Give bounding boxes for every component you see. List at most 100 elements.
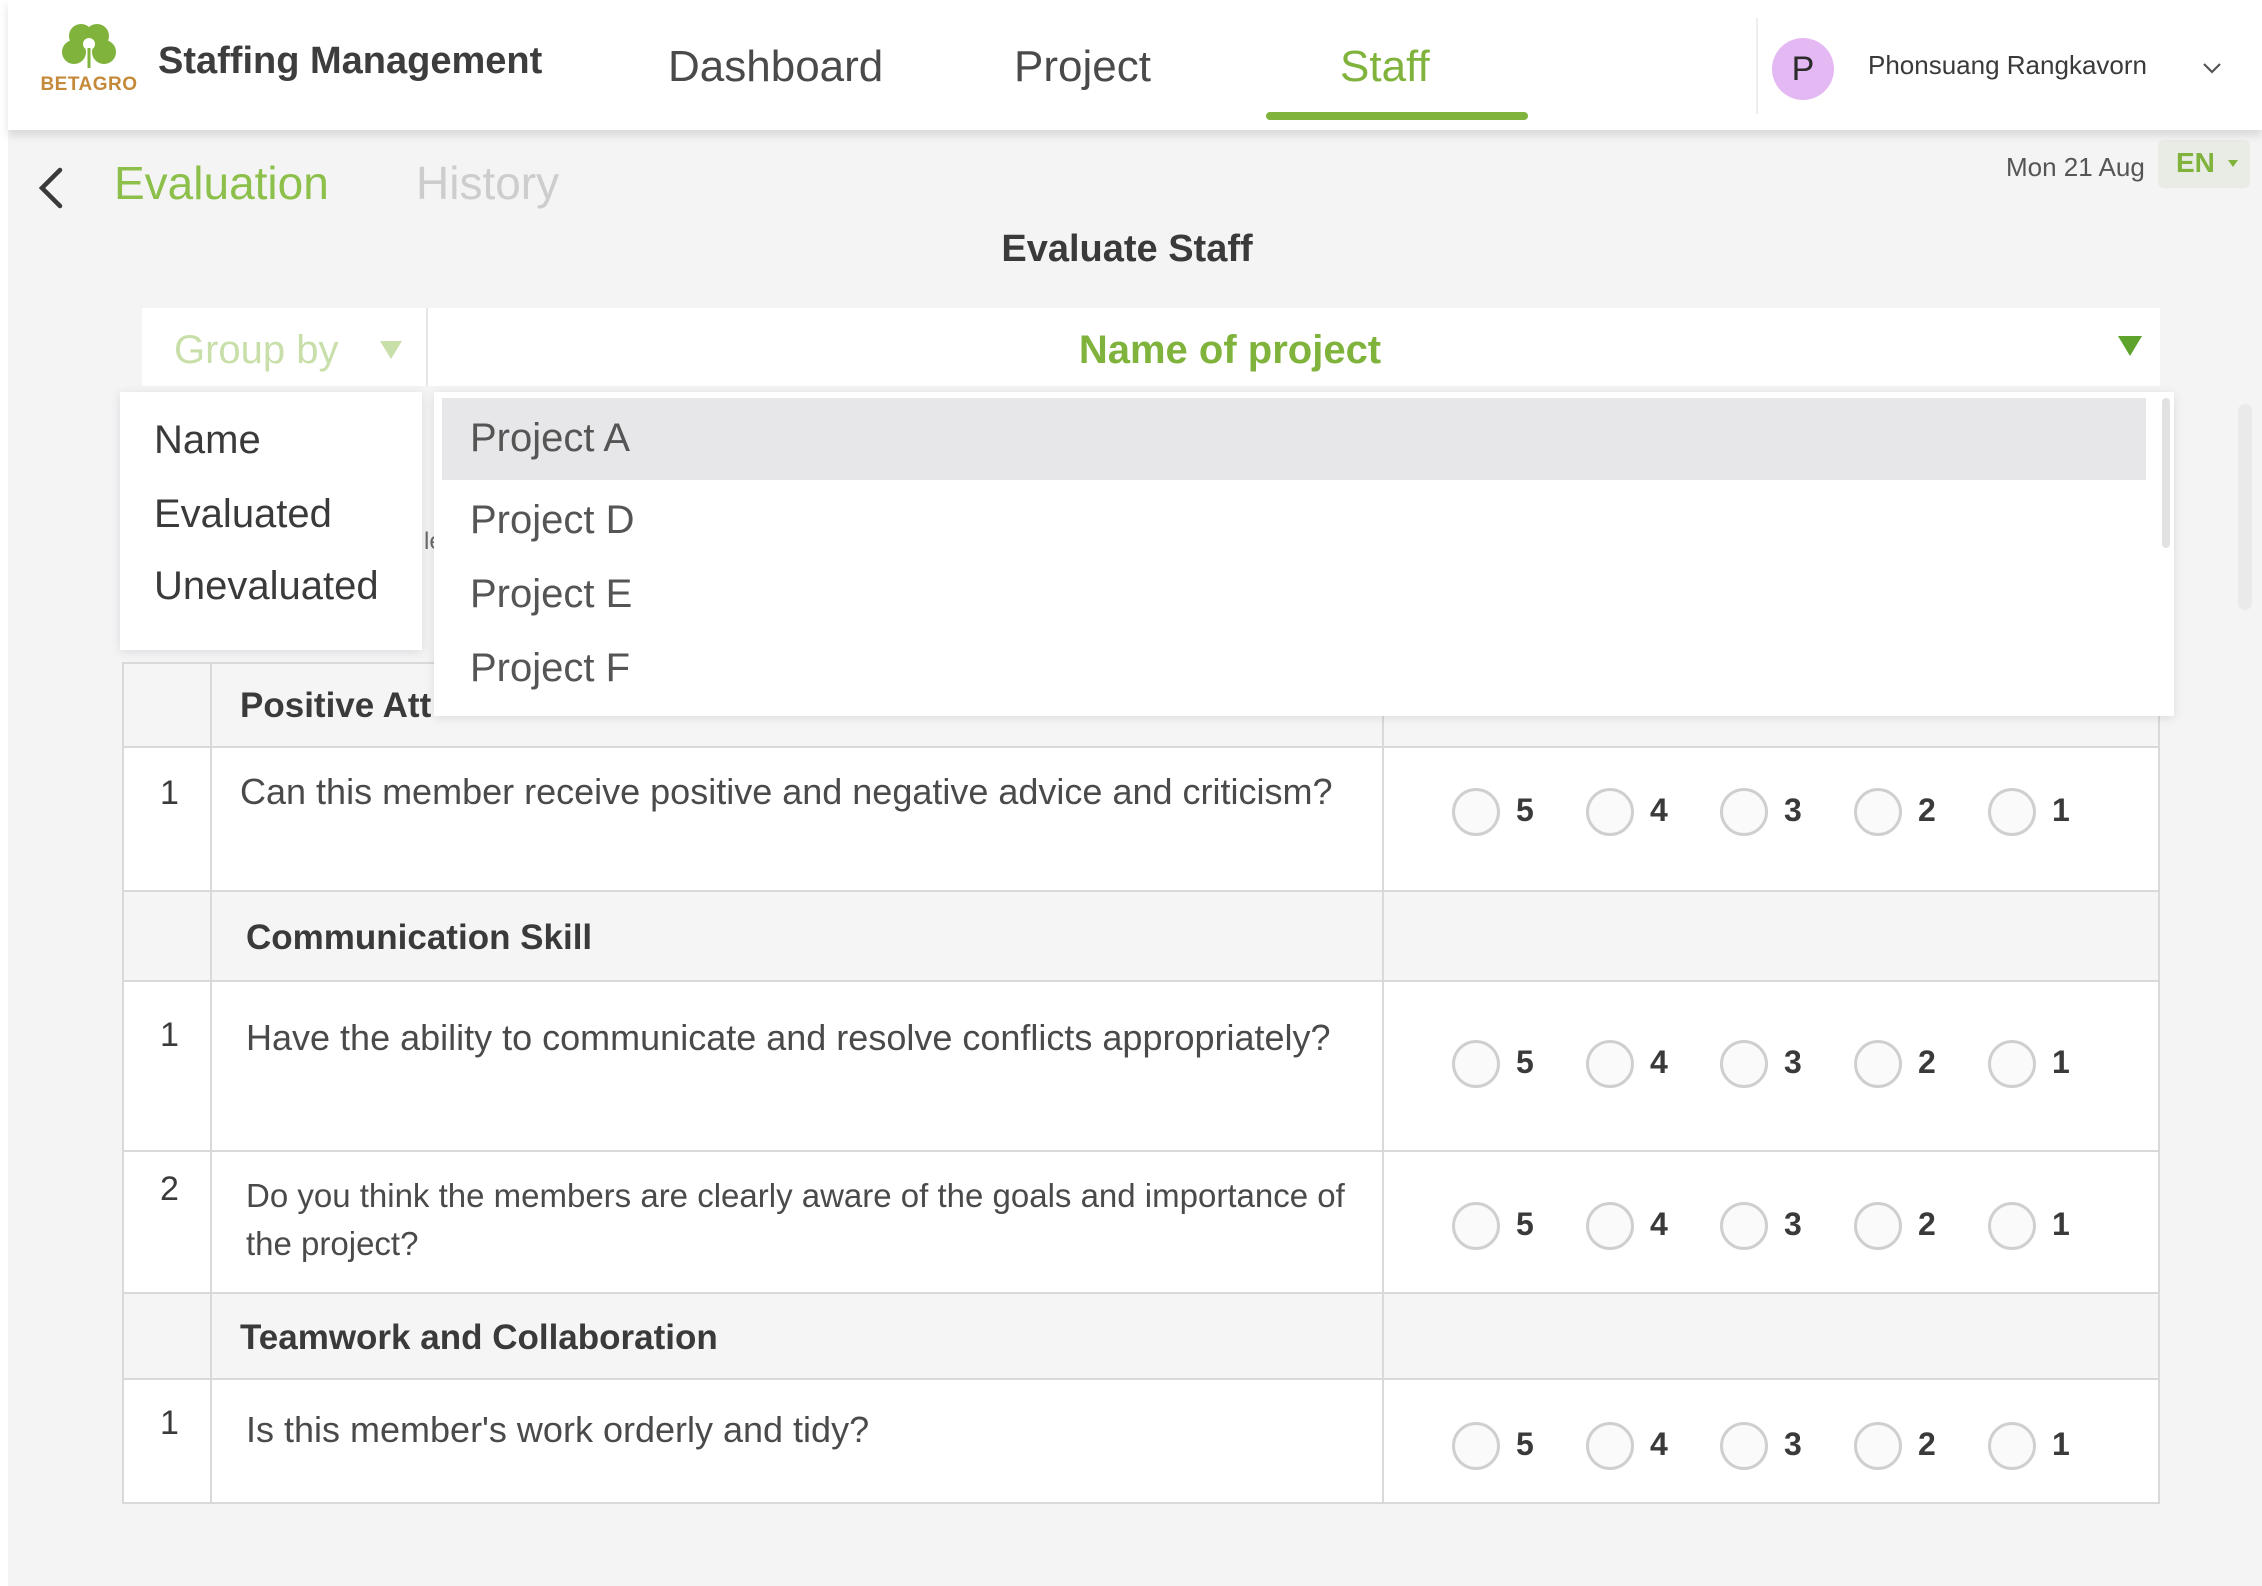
score-radio-5[interactable] — [1452, 1040, 1500, 1088]
project-option-d[interactable]: Project D — [442, 480, 2146, 562]
active-nav-indicator — [1266, 112, 1528, 120]
score-radio-4[interactable] — [1586, 1202, 1634, 1250]
project-option-a[interactable]: Project A — [442, 398, 2146, 480]
score-label: 1 — [2052, 1044, 2070, 1080]
group-by-select[interactable]: Group by — [142, 308, 428, 386]
score-radio-group: 5 4 3 2 1 — [1384, 1380, 2158, 1502]
caret-down-icon — [2228, 160, 2238, 167]
score-radio-3[interactable] — [1720, 788, 1768, 836]
score-radio-5[interactable] — [1452, 788, 1500, 836]
app-title: Staffing Management — [158, 40, 543, 82]
score-radio-5[interactable] — [1452, 1422, 1500, 1470]
question-number: 1 — [124, 748, 212, 890]
score-label: 5 — [1516, 1206, 1534, 1242]
language-label: EN — [2176, 147, 2215, 178]
score-cell: 5 4 3 2 1 — [1384, 748, 2158, 890]
score-radio-1[interactable] — [1988, 1422, 2036, 1470]
avatar[interactable]: P — [1772, 38, 1834, 100]
score-radio-3[interactable] — [1720, 1202, 1768, 1250]
score-label: 3 — [1784, 792, 1802, 828]
nav-project[interactable]: Project — [1014, 42, 1151, 92]
score-label: 3 — [1784, 1426, 1802, 1462]
score-label: 2 — [1918, 1206, 1936, 1242]
chevron-down-icon[interactable] — [2200, 56, 2224, 80]
top-navigation-bar: BETAGRO Staffing Management Dashboard Pr… — [8, 0, 2262, 130]
score-radio-2[interactable] — [1854, 1202, 1902, 1250]
section-number-cell — [124, 664, 212, 746]
score-label: 5 — [1516, 1426, 1534, 1462]
score-radio-4[interactable] — [1586, 1422, 1634, 1470]
header-divider — [1756, 18, 1758, 114]
project-select-label: Name of project — [1078, 328, 1382, 372]
score-label: 4 — [1650, 1206, 1668, 1242]
question-number: 1 — [124, 1380, 212, 1502]
clover-logo-icon — [62, 24, 116, 68]
tab-evaluation[interactable]: Evaluation — [114, 156, 329, 210]
question-text: Do you think the members are clearly awa… — [212, 1152, 1384, 1292]
score-label: 4 — [1650, 1426, 1668, 1462]
group-by-option-name[interactable]: Name — [154, 418, 261, 463]
page-scrollbar[interactable] — [2238, 404, 2252, 610]
section-number-cell — [124, 1294, 212, 1378]
table-row: 1 Can this member receive positive and n… — [124, 746, 2158, 890]
score-radio-group: 5 4 3 2 1 — [1384, 1152, 2158, 1292]
score-radio-2[interactable] — [1854, 1422, 1902, 1470]
score-radio-5[interactable] — [1452, 1202, 1500, 1250]
question-number: 1 — [124, 982, 212, 1150]
table-row: 2 Do you think the members are clearly a… — [124, 1150, 2158, 1292]
nav-staff[interactable]: Staff — [1340, 42, 1430, 92]
score-label: 3 — [1784, 1044, 1802, 1080]
score-radio-4[interactable] — [1586, 788, 1634, 836]
score-cell: 5 4 3 2 1 — [1384, 1152, 2158, 1292]
score-radio-3[interactable] — [1720, 1422, 1768, 1470]
score-radio-1[interactable] — [1988, 1040, 2036, 1088]
table-row: 1 Have the ability to communicate and re… — [124, 980, 2158, 1150]
score-label: 3 — [1784, 1206, 1802, 1242]
tab-history[interactable]: History — [416, 156, 559, 210]
table-row: 1 Is this member's work orderly and tidy… — [124, 1378, 2158, 1502]
score-radio-2[interactable] — [1854, 1040, 1902, 1088]
score-label: 2 — [1918, 792, 1936, 828]
score-radio-2[interactable] — [1854, 788, 1902, 836]
caret-down-icon — [2118, 336, 2142, 356]
score-radio-4[interactable] — [1586, 1040, 1634, 1088]
project-option-e[interactable]: Project E — [442, 554, 2146, 636]
score-label: 5 — [1516, 792, 1534, 828]
filter-bar: Group by Name of project — [142, 308, 2160, 386]
question-text: Have the ability to communicate and reso… — [212, 982, 1384, 1150]
project-name-select[interactable]: Name of project — [430, 308, 2160, 386]
group-by-option-evaluated[interactable]: Evaluated — [154, 492, 332, 537]
caret-down-icon — [380, 341, 402, 359]
logo-text: BETAGRO — [40, 74, 138, 95]
betagro-logo[interactable]: BETAGRO — [34, 20, 144, 100]
score-cell: 5 4 3 2 1 — [1384, 1380, 2158, 1502]
score-label: 4 — [1650, 1044, 1668, 1080]
back-arrow-icon[interactable] — [36, 166, 66, 210]
score-label: 2 — [1918, 1426, 1936, 1462]
group-by-label: Group by — [174, 328, 339, 372]
score-radio-1[interactable] — [1988, 1202, 2036, 1250]
project-option-f[interactable]: Project F — [442, 628, 2146, 710]
section-score-cell — [1384, 1294, 2158, 1378]
score-radio-1[interactable] — [1988, 788, 2036, 836]
nav-dashboard[interactable]: Dashboard — [668, 42, 883, 92]
section-row: Teamwork and Collaboration — [124, 1292, 2158, 1378]
score-cell: 5 4 3 2 1 — [1384, 982, 2158, 1150]
current-date: Mon 21 Aug — [2006, 152, 2145, 182]
question-text: Can this member receive positive and neg… — [212, 748, 1384, 890]
section-number-cell — [124, 892, 212, 980]
evaluation-table: Positive Att 1 Can this member receive p… — [122, 662, 2160, 1504]
question-text: Is this member's work orderly and tidy? — [212, 1380, 1384, 1502]
dropdown-scrollbar[interactable] — [2162, 398, 2170, 548]
section-score-cell — [1384, 892, 2158, 980]
group-by-option-unevaluated[interactable]: Unevaluated — [154, 564, 379, 609]
language-selector[interactable]: EN — [2158, 140, 2250, 188]
user-name[interactable]: Phonsuang Rangkavorn — [1868, 50, 2147, 81]
score-radio-group: 5 4 3 2 1 — [1384, 748, 2158, 890]
score-label: 1 — [2052, 792, 2070, 828]
score-label: 1 — [2052, 1206, 2070, 1242]
section-title: Teamwork and Collaboration — [212, 1294, 1384, 1378]
score-label: 5 — [1516, 1044, 1534, 1080]
score-radio-3[interactable] — [1720, 1040, 1768, 1088]
score-label: 2 — [1918, 1044, 1936, 1080]
